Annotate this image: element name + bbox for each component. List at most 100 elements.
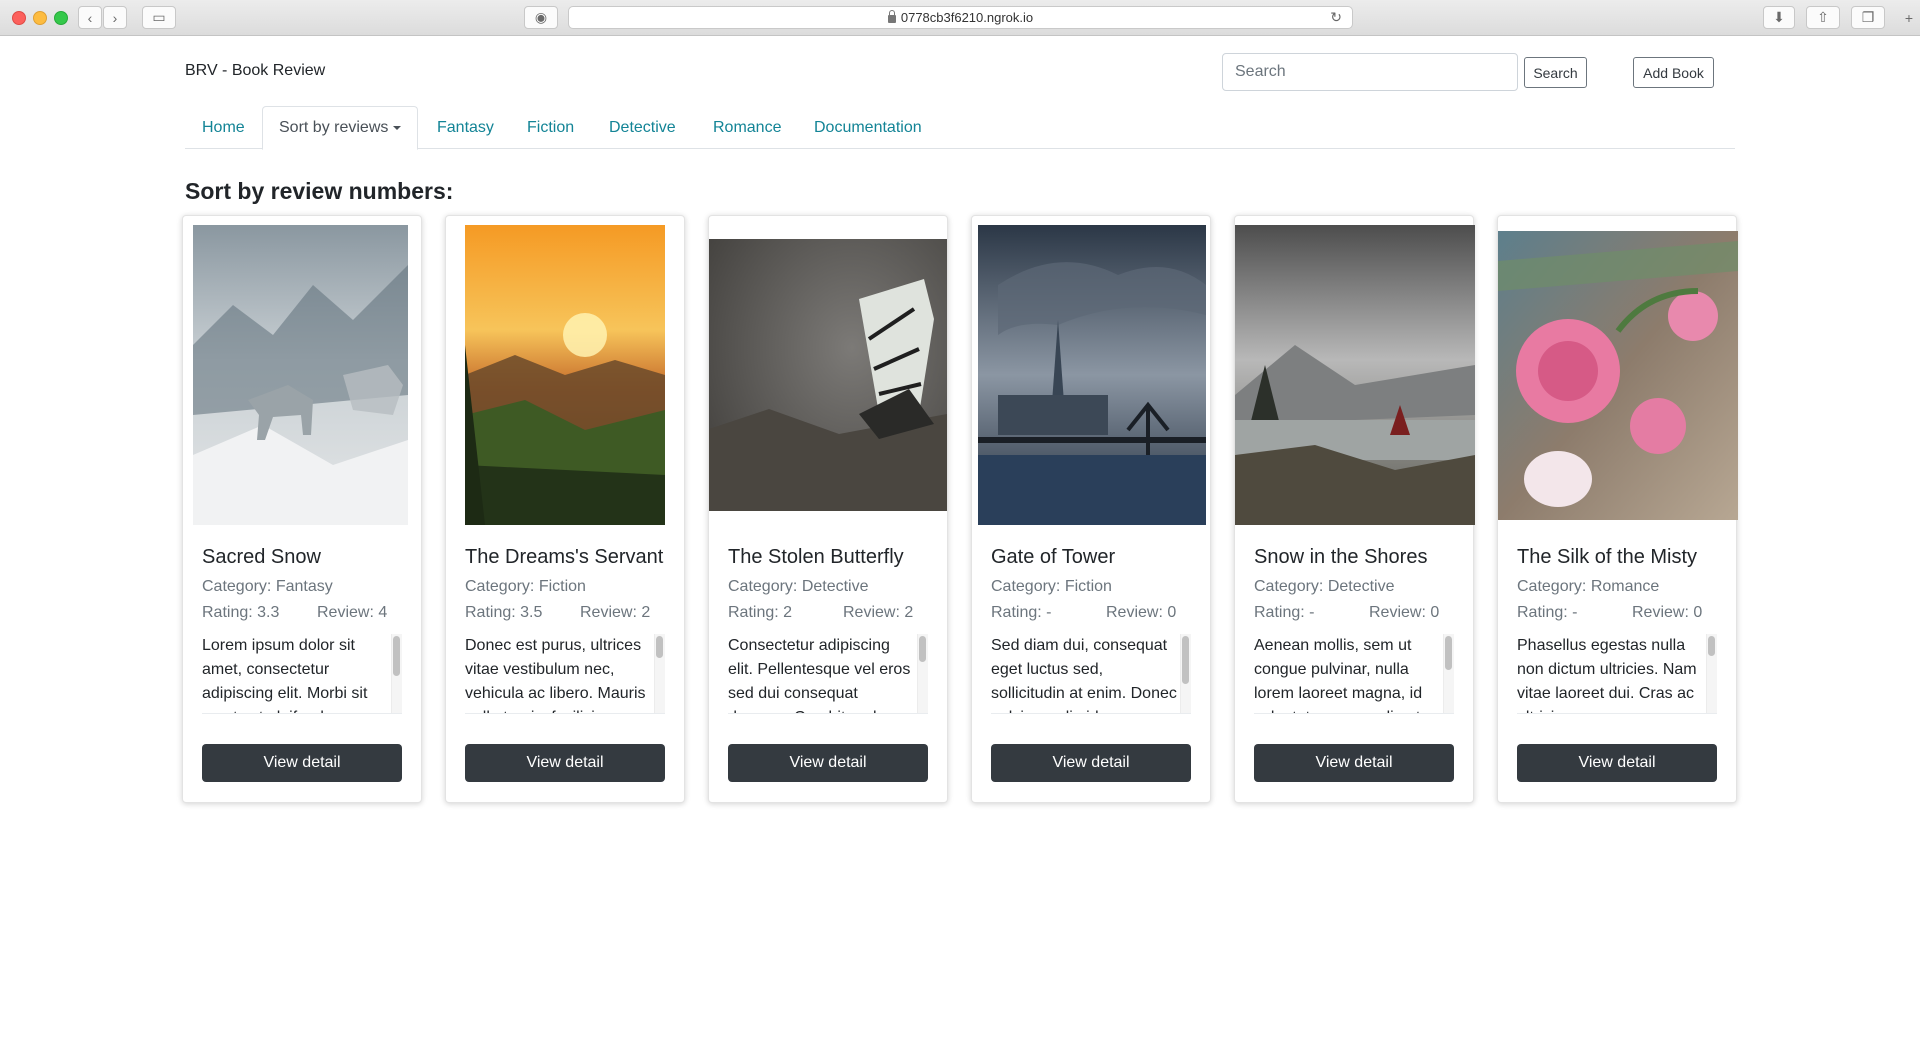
tab-documentation[interactable]: Documentation — [814, 106, 922, 149]
tab-label: Sort by reviews — [279, 119, 389, 136]
tab-fantasy[interactable]: Fantasy — [437, 106, 494, 149]
book-title: Sacred Snow — [202, 546, 321, 568]
book-description-box[interactable]: Donec est purus, ultrices vitae vestibul… — [465, 634, 665, 714]
page-heading: Sort by review numbers: — [185, 178, 454, 204]
book-rating: Rating: 3.3 — [202, 604, 280, 621]
view-detail-button[interactable]: View detail — [1517, 744, 1717, 782]
downloads-button[interactable]: ⬇ — [1763, 6, 1795, 29]
book-category: Category: Detective — [728, 578, 869, 595]
book-title: The Stolen Butterfly — [728, 546, 904, 568]
zoom-window-button[interactable] — [54, 11, 68, 25]
book-review-count: Review: 0 — [1369, 604, 1440, 621]
add-book-button[interactable]: Add Book — [1633, 57, 1714, 88]
book-rating: Rating: - — [1517, 604, 1578, 621]
book-review-count: Review: 2 — [843, 604, 914, 621]
search-button[interactable]: Search — [1524, 57, 1587, 88]
minimize-window-button[interactable] — [33, 11, 47, 25]
tab-label: Fiction — [527, 118, 575, 136]
share-icon: ⇧ — [1817, 9, 1829, 25]
caret-down-icon — [393, 126, 402, 130]
sidebar-toggle-button[interactable]: ▭ — [142, 6, 176, 29]
book-cover-image — [978, 225, 1206, 525]
book-rating: Rating: - — [1254, 604, 1315, 621]
book-category: Category: Fiction — [465, 578, 586, 595]
description-scrollbar[interactable] — [391, 634, 402, 713]
book-card: Snow in the Shores Category: Detective R… — [1234, 215, 1475, 803]
chevron-left-icon: ‹ — [87, 9, 93, 26]
extension-icon: ◉ — [534, 9, 548, 25]
book-description: Lorem ipsum dolor sit amet, consectetur … — [202, 637, 368, 713]
close-window-button[interactable] — [12, 11, 26, 25]
book-cover-image — [465, 225, 665, 525]
book-card: Sacred Snow Category: Fantasy Rating: 3.… — [182, 215, 422, 803]
book-card: The Dreams's Servant Category: Fiction R… — [445, 215, 685, 803]
book-description-box[interactable]: Consectetur adipiscing elit. Pellentesqu… — [728, 634, 928, 714]
tab-romance[interactable]: Romance — [713, 106, 781, 149]
scrollbar-thumb[interactable] — [919, 636, 926, 662]
tab-label: Documentation — [814, 118, 922, 136]
back-button[interactable]: ‹ — [78, 6, 102, 29]
tabs-icon: ❐ — [1861, 9, 1875, 25]
new-tab-button[interactable]: + — [1898, 6, 1920, 29]
chevron-right-icon: › — [112, 9, 118, 26]
book-review-count: Review: 0 — [1632, 604, 1703, 621]
tab-label: Home — [202, 118, 245, 136]
tab-label: Fantasy — [437, 118, 494, 136]
extension-button[interactable]: ◉ — [524, 6, 558, 29]
book-card: The Silk of the Misty Category: Romance … — [1497, 215, 1738, 803]
tab-detective[interactable]: Detective — [609, 106, 676, 149]
view-detail-button[interactable]: View detail — [991, 744, 1191, 782]
book-cover-image — [1235, 225, 1475, 525]
book-title: The Dreams's Servant — [465, 546, 664, 568]
brand-title[interactable]: BRV - Book Review — [185, 62, 325, 80]
book-description: Phasellus egestas nulla non dictum ultri… — [1517, 637, 1697, 713]
book-description: Aenean mollis, sem ut congue pulvinar, n… — [1254, 637, 1423, 713]
book-description: Donec est purus, ultrices vitae vestibul… — [465, 637, 646, 713]
book-rating: Rating: 3.5 — [465, 604, 543, 621]
book-description: Sed diam dui, consequat eget luctus sed,… — [991, 637, 1177, 713]
book-card: Gate of Tower Category: Fiction Rating: … — [971, 215, 1211, 803]
book-description-box[interactable]: Aenean mollis, sem ut congue pulvinar, n… — [1254, 634, 1454, 714]
book-category: Category: Detective — [1254, 578, 1395, 595]
book-review-count: Review: 2 — [580, 604, 651, 621]
search-input[interactable] — [1222, 53, 1518, 91]
tab-home[interactable]: Home — [202, 106, 245, 149]
tab-fiction[interactable]: Fiction — [527, 106, 574, 149]
book-review-count: Review: 0 — [1106, 604, 1177, 621]
description-scrollbar[interactable] — [654, 634, 665, 713]
scrollbar-thumb[interactable] — [1708, 636, 1715, 656]
book-description-box[interactable]: Phasellus egestas nulla non dictum ultri… — [1517, 634, 1717, 714]
scrollbar-thumb[interactable] — [1445, 636, 1452, 670]
book-description-box[interactable]: Sed diam dui, consequat eget luctus sed,… — [991, 634, 1191, 714]
category-nav: Home Sort by reviews Fantasy Fiction Det… — [185, 106, 1735, 150]
scrollbar-thumb[interactable] — [656, 636, 663, 658]
address-bar[interactable]: 0778cb3f6210.ngrok.io ↻ — [568, 6, 1353, 29]
view-detail-button[interactable]: View detail — [1254, 744, 1454, 782]
reload-icon[interactable]: ↻ — [1330, 9, 1342, 26]
tab-label: Romance — [713, 118, 782, 136]
description-scrollbar[interactable] — [1180, 634, 1191, 713]
description-scrollbar[interactable] — [917, 634, 928, 713]
book-review-count: Review: 4 — [317, 604, 388, 621]
book-rating: Rating: - — [991, 604, 1052, 621]
tabs-overview-button[interactable]: ❐ — [1851, 6, 1885, 29]
tab-sort-by-reviews[interactable]: Sort by reviews — [262, 106, 419, 150]
book-card: The Stolen Butterfly Category: Detective… — [708, 215, 948, 803]
book-cover-image — [193, 225, 408, 525]
book-cover-image — [709, 239, 947, 511]
description-scrollbar[interactable] — [1706, 634, 1717, 713]
forward-button[interactable]: › — [103, 6, 127, 29]
tab-label: Detective — [609, 118, 676, 136]
view-detail-button[interactable]: View detail — [202, 744, 402, 782]
description-scrollbar[interactable] — [1443, 634, 1454, 713]
scrollbar-thumb[interactable] — [1182, 636, 1189, 684]
download-icon: ⬇ — [1773, 9, 1785, 25]
view-detail-button[interactable]: View detail — [728, 744, 928, 782]
scrollbar-thumb[interactable] — [393, 636, 400, 676]
book-title: Snow in the Shores — [1254, 546, 1428, 568]
book-cover-image — [1498, 231, 1738, 520]
book-description-box[interactable]: Lorem ipsum dolor sit amet, consectetur … — [202, 634, 402, 714]
share-button[interactable]: ⇧ — [1806, 6, 1840, 29]
view-detail-button[interactable]: View detail — [465, 744, 665, 782]
book-category: Category: Fantasy — [202, 578, 333, 595]
